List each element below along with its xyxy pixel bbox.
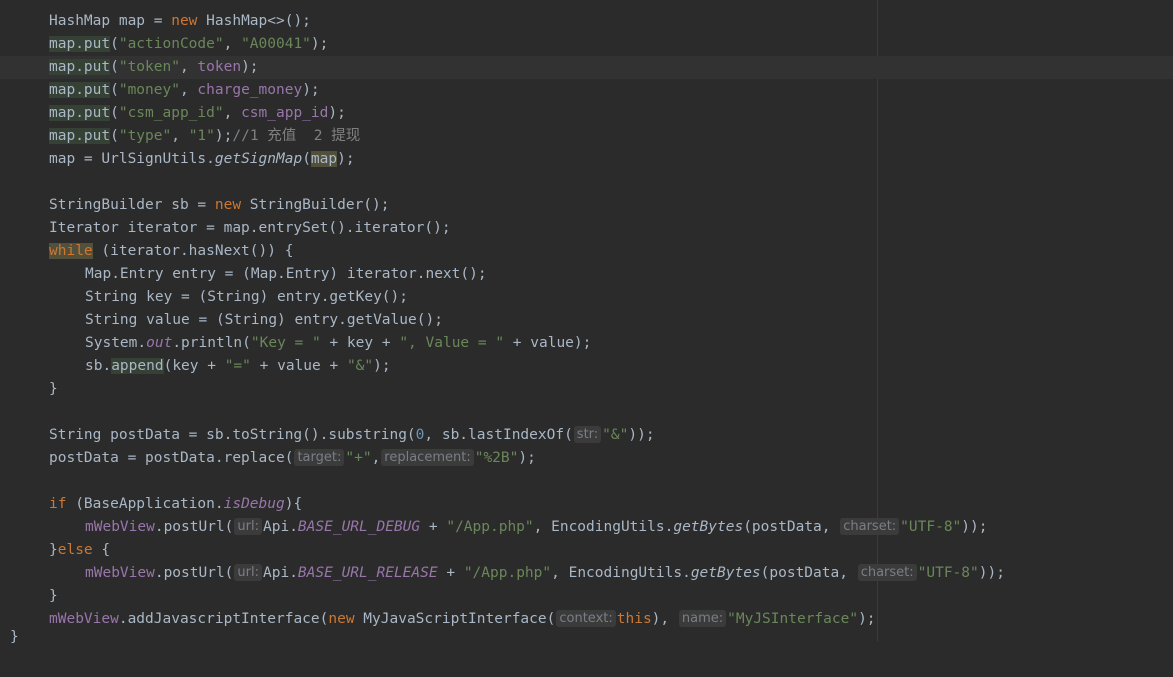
code-line[interactable]: Map.Entry entry = (Map.Entry) iterator.n… xyxy=(0,263,1173,286)
parameter-hint: url: xyxy=(234,564,262,581)
code-line[interactable]: if (BaseApplication.isDebug){ xyxy=(0,493,1173,516)
parameter-hint: charset: xyxy=(857,564,917,581)
code-line[interactable]: System.out.println("Key = " + key + ", V… xyxy=(0,332,1173,355)
code-line[interactable]: Iterator iterator = map.entrySet().itera… xyxy=(0,217,1173,240)
code-line[interactable]: mWebView.addJavascriptInterface(new MyJa… xyxy=(0,608,1173,631)
code-line[interactable]: StringBuilder sb = new StringBuilder(); xyxy=(0,194,1173,217)
code-line[interactable]: } xyxy=(0,378,1173,401)
code-line[interactable]: map.put("type", "1");//1 充值 2 提现 xyxy=(0,125,1173,148)
code-line[interactable]: postData = postData.replace(target: "+", r… xyxy=(0,447,1173,470)
parameter-hint: str: xyxy=(573,426,602,443)
code-line[interactable]: String key = (String) entry.getKey(); xyxy=(0,286,1173,309)
parameter-hint: context: xyxy=(556,610,616,627)
code-editor[interactable]: HashMap map = new HashMap<>(); map.put("… xyxy=(0,0,1173,645)
parameter-hint: charset: xyxy=(840,518,900,535)
code-line[interactable]: HashMap map = new HashMap<>(); xyxy=(0,10,1173,33)
closing-brace: } xyxy=(10,629,19,645)
parameter-hint: url: xyxy=(234,518,262,535)
current-code-line[interactable]: map.put("token", token); xyxy=(0,56,1173,79)
code-line[interactable]: }else { xyxy=(0,539,1173,562)
code-line[interactable]: while (iterator.hasNext()) { xyxy=(0,240,1173,263)
code-line[interactable]: sb.append(key + "=" + value + "&"); xyxy=(0,355,1173,378)
code-line[interactable]: mWebView.postUrl(url: Api.BASE_URL_DEBUG … xyxy=(0,516,1173,539)
code-line[interactable]: String postData = sb.toString().substrin… xyxy=(0,424,1173,447)
code-line[interactable]: map.put("money", charge_money); xyxy=(0,79,1173,102)
parameter-hint: target: xyxy=(294,449,345,466)
code-comment: //1 充值 2 提现 xyxy=(232,128,361,144)
parameter-hint: replacement: xyxy=(381,449,474,466)
parameter-hint: name: xyxy=(678,610,727,627)
code-line[interactable]: } xyxy=(0,585,1173,608)
code-line[interactable]: map = UrlSignUtils.getSignMap(map); xyxy=(0,148,1173,171)
code-line[interactable]: mWebView.postUrl(url: Api.BASE_URL_RELEAS… xyxy=(0,562,1173,585)
code-line[interactable]: String value = (String) entry.getValue()… xyxy=(0,309,1173,332)
code-line[interactable]: map.put("actionCode", "A00041"); xyxy=(0,33,1173,56)
code-line[interactable]: map.put("csm_app_id", csm_app_id); xyxy=(0,102,1173,125)
